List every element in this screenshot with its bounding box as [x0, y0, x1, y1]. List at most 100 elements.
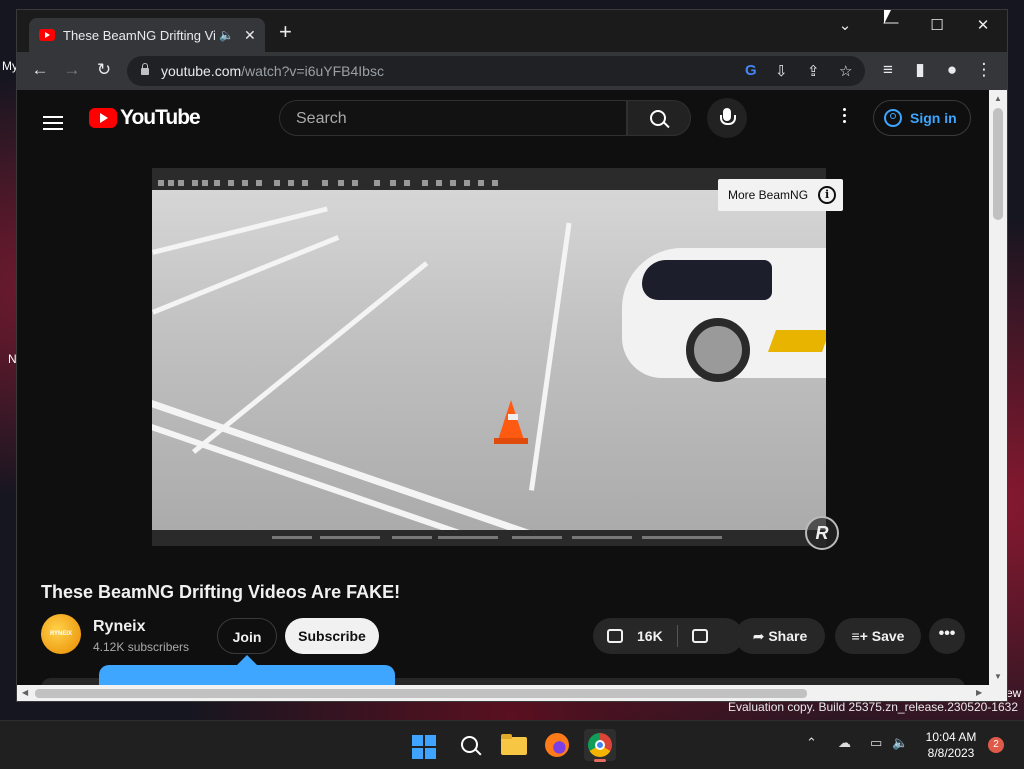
join-button[interactable]: Join — [217, 618, 277, 654]
search-button[interactable] — [627, 100, 691, 136]
install-app-icon[interactable]: ⇩ — [775, 62, 788, 80]
search-icon — [650, 110, 666, 126]
mouse-cursor-icon — [884, 10, 891, 24]
share-label: Share — [768, 628, 808, 644]
search-input[interactable]: Search — [279, 100, 627, 136]
save-label: Save — [871, 628, 905, 644]
voice-search-button[interactable] — [707, 98, 747, 138]
volume-icon[interactable]: 🔈 — [892, 735, 908, 751]
url-host: youtube.com — [161, 63, 242, 79]
horizontal-scrollbar[interactable]: ◀ ▶ — [17, 685, 1007, 701]
onedrive-icon[interactable]: ☁ — [838, 735, 851, 751]
horizontal-scroll-thumb[interactable] — [35, 689, 807, 698]
maximize-button[interactable]: ☐ — [914, 16, 960, 34]
vertical-scrollbar[interactable]: ▲ ▼ — [989, 90, 1007, 685]
youtube-favicon-icon — [39, 29, 55, 41]
scroll-right-arrow-icon[interactable]: ▶ — [976, 688, 982, 697]
google-lens-icon[interactable]: G — [745, 62, 757, 79]
profile-icon[interactable]: ● — [941, 60, 963, 80]
taskbar: ⌃ ☁ ▭ 🔈 10:04 AM 8/8/2023 2 — [0, 720, 1024, 769]
join-tooltip — [99, 665, 395, 685]
sign-in-button[interactable]: Sign in — [873, 100, 971, 136]
youtube-page: YouTube Search Sign in More BeamNG i R T… — [17, 90, 989, 685]
info-icon[interactable]: i — [818, 186, 837, 204]
subscriber-count: 4.12K subscribers — [93, 640, 190, 654]
scroll-left-arrow-icon[interactable]: ◀ — [22, 688, 28, 697]
taskbar-search-icon[interactable] — [454, 729, 486, 761]
clock-time: 10:04 AM — [925, 730, 977, 744]
chrome-icon[interactable] — [584, 729, 616, 762]
scroll-down-arrow-icon[interactable]: ▼ — [994, 672, 1002, 681]
chrome-menu-icon[interactable]: ⋮ — [973, 60, 995, 80]
cone-stripe — [508, 414, 518, 420]
share-icon: ➦ — [752, 628, 769, 644]
more-videos-label: More BeamNG — [728, 188, 809, 202]
side-panel-icon[interactable]: ▮ — [909, 60, 931, 80]
join-tooltip-arrow — [237, 655, 257, 665]
cone-base — [494, 438, 528, 444]
file-explorer-icon[interactable] — [498, 729, 530, 761]
desktop-fragment-ew: ew — [1006, 686, 1022, 700]
account-icon — [884, 109, 902, 127]
tab-search-icon[interactable]: ⌄ — [822, 16, 868, 34]
clock-date: 8/8/2023 — [927, 746, 975, 760]
firefox-icon[interactable] — [541, 729, 573, 761]
forward-arrow-icon[interactable]: → — [61, 60, 83, 80]
hamburger-menu-icon[interactable] — [43, 112, 63, 134]
start-button[interactable] — [412, 735, 436, 759]
youtube-logo[interactable]: YouTube — [89, 106, 201, 130]
desktop-fragment-n: N — [8, 352, 17, 366]
share-button[interactable]: ➦ Share — [735, 618, 825, 654]
reload-icon[interactable]: ↻ — [93, 60, 115, 80]
channel-avatar[interactable]: RYNEIX — [41, 614, 81, 654]
scroll-up-arrow-icon[interactable]: ▲ — [994, 94, 1002, 103]
more-actions-button[interactable]: ••• — [929, 618, 965, 654]
share-page-icon[interactable]: ⇪ — [807, 62, 820, 80]
youtube-logo-text: YouTube — [120, 106, 201, 129]
speaker-icon[interactable]: 🔈 — [219, 28, 234, 42]
car-stripe — [767, 330, 826, 352]
lock-icon[interactable] — [141, 62, 149, 75]
like-separator — [676, 625, 678, 647]
like-dislike-group: 16K — [593, 618, 743, 654]
subscribe-button[interactable]: Subscribe — [285, 618, 379, 654]
traffic-cone — [498, 400, 524, 440]
address-bar[interactable]: youtube.com/watch?v=i6uYFB4Ibsc G ⇩ ⇪ ☆ — [127, 56, 865, 86]
youtube-play-icon — [89, 108, 117, 128]
close-window-button[interactable]: ✕ — [960, 16, 1006, 34]
channel-watermark[interactable]: R — [805, 516, 839, 550]
show-hidden-icons-icon[interactable]: ⌃ — [806, 735, 817, 751]
vertical-scroll-thumb[interactable] — [993, 108, 1003, 220]
video-editor-statusbar — [152, 530, 826, 546]
close-tab-icon[interactable]: ✕ — [244, 27, 256, 44]
network-icon[interactable]: ▭ — [870, 735, 882, 751]
tab-title: These BeamNG Drifting Vide — [63, 27, 215, 43]
notification-badge[interactable]: 2 — [988, 737, 1004, 753]
back-arrow-icon[interactable]: ← — [29, 60, 51, 80]
video-frame — [152, 190, 826, 530]
desktop-fragment-my: My — [2, 59, 18, 73]
minimize-button[interactable]: — — [868, 14, 914, 31]
browser-tab[interactable]: These BeamNG Drifting Vide 🔈 ✕ — [29, 18, 265, 52]
more-videos-card[interactable]: More BeamNG i — [718, 179, 843, 211]
tab-strip: These BeamNG Drifting Vide 🔈 ✕ + ⌄ — ☐ ✕ — [17, 10, 1007, 52]
evaluation-watermark: Evaluation copy. Build 25375.zn_release.… — [728, 700, 1018, 714]
browser-window: These BeamNG Drifting Vide 🔈 ✕ + ⌄ — ☐ ✕… — [17, 10, 1007, 701]
system-clock[interactable]: 10:04 AM 8/8/2023 — [916, 729, 986, 761]
settings-menu-icon[interactable] — [843, 108, 847, 126]
dislike-icon[interactable] — [691, 629, 708, 643]
like-count[interactable]: 16K — [637, 618, 663, 654]
media-queue-icon[interactable]: ≡ — [877, 60, 899, 80]
like-icon[interactable] — [607, 629, 623, 643]
channel-name[interactable]: Ryneix — [93, 618, 145, 636]
video-title: These BeamNG Drifting Videos Are FAKE! — [41, 582, 401, 602]
browser-toolbar: ← → ↻ youtube.com/watch?v=i6uYFB4Ibsc G … — [17, 52, 1007, 90]
new-tab-button[interactable]: + — [279, 21, 292, 43]
sign-in-label: Sign in — [910, 110, 957, 126]
add-to-playlist-icon: ≡+ — [851, 628, 872, 644]
microphone-stand — [720, 115, 736, 125]
video-player[interactable] — [152, 168, 826, 546]
car-wheel — [686, 318, 750, 382]
save-button[interactable]: ≡+ Save — [835, 618, 921, 654]
bookmark-star-icon[interactable]: ☆ — [839, 62, 852, 80]
